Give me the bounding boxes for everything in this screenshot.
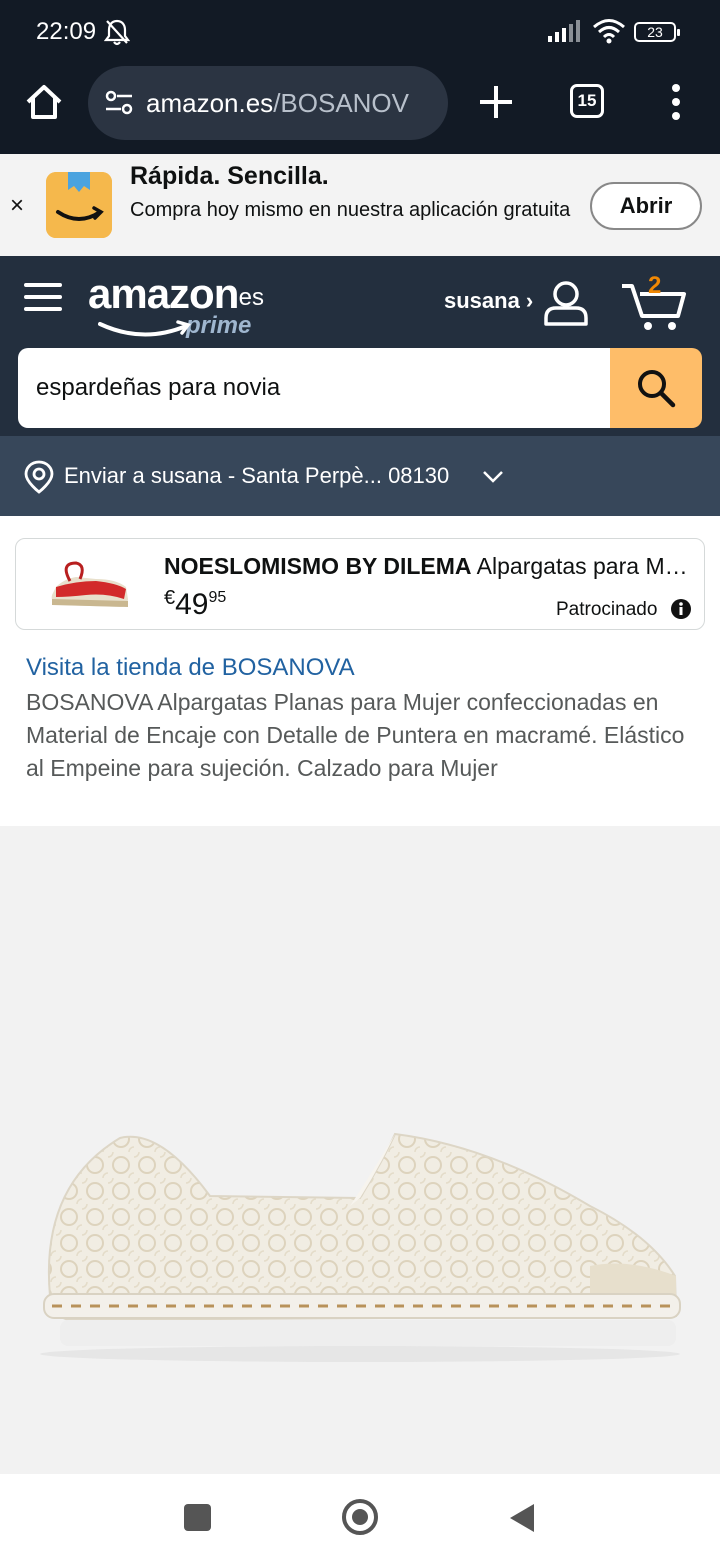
home-button[interactable] [22,80,66,124]
search-input[interactable] [18,348,612,428]
new-tab-button[interactable] [476,80,516,124]
search-bar [18,348,702,428]
close-banner-button[interactable]: × [10,192,24,220]
product-image-gallery[interactable] [0,826,720,1474]
sponsored-product-card[interactable]: NOESLOMISMO BY DILEMA Alpargatas para Mu… [15,538,705,630]
tab-switcher-button[interactable]: 15 [570,84,604,118]
app-install-banner: × Rápida. Sencilla. Compra hoy mismo en … [0,154,720,256]
sponsored-product-image[interactable] [46,557,134,615]
delivery-text: Enviar a susana - Santa Perpè... 08130 [64,463,450,488]
sponsored-title-text: Alpargatas para Mujer [476,553,688,579]
product-title: BOSANOVA Alpargatas Planas para Mujer co… [26,689,685,781]
sponsored-brand: NOESLOMISMO BY DILEMA [164,553,472,579]
sponsored-badge: Patrocinado [556,599,658,620]
logo-text: amazon [88,270,239,317]
amazon-logo[interactable]: amazon .es prime [88,270,278,350]
cart-button[interactable]: 2 [620,272,690,332]
hamburger-menu-icon[interactable] [24,278,64,318]
status-time: 22:09 [36,18,97,45]
signal-icon [548,20,584,47]
price-fraction: 95 [208,589,227,606]
sponsored-product-title[interactable]: NOESLOMISMO BY DILEMA Alpargatas para Mu… [164,553,688,580]
status-bar: 22:09 23 [0,0,720,62]
account-link[interactable]: susana › [444,288,533,314]
visit-store-link[interactable]: Visita la tienda de BOSANOVA [26,654,355,682]
wifi-icon [592,18,626,49]
amazon-header: amazon .es prime susana › 2 [0,256,720,436]
open-app-button[interactable]: Abrir [590,182,702,230]
browser-toolbar: amazon.es/BOSANOV 15 [0,62,720,154]
home-nav-button[interactable] [341,1498,379,1541]
search-button[interactable] [610,348,702,428]
price-whole: 49 [175,588,209,621]
address-bar[interactable]: amazon.es/BOSANOV [88,66,448,140]
back-button[interactable] [508,1502,536,1539]
price-currency: € [164,587,176,609]
product-image [40,1132,681,1362]
url-text: amazon.es/BOSANOV [146,88,436,119]
site-settings-icon[interactable] [104,90,134,121]
chevron-down-icon [482,470,504,489]
browser-menu-button[interactable] [662,82,690,122]
sponsored-price: €4995 [164,587,226,622]
system-nav-bar [0,1474,720,1560]
location-pin-icon [24,460,54,499]
url-domain: amazon.es [146,88,274,118]
delivery-location-bar[interactable]: Enviar a susana - Santa Perpè... 08130 [0,436,720,516]
search-icon [638,370,676,408]
logo-smile-icon [98,320,191,337]
battery-icon: 23 [634,22,680,42]
recent-apps-button[interactable] [184,1504,211,1531]
url-path: /BOSANOV [273,88,410,118]
info-icon[interactable] [670,598,692,625]
logo-tld: .es [232,284,265,311]
cart-count: 2 [648,272,662,299]
page: 22:09 23 amazon.es/BOSANOV 15 × Rápida. … [0,0,720,1560]
amazon-app-icon [46,172,112,238]
user-icon[interactable] [542,278,590,331]
banner-title: Rápida. Sencilla. [130,162,329,190]
banner-description: Compra hoy mismo en nuestra aplicación g… [130,199,571,221]
bell-muted-icon [103,18,131,51]
